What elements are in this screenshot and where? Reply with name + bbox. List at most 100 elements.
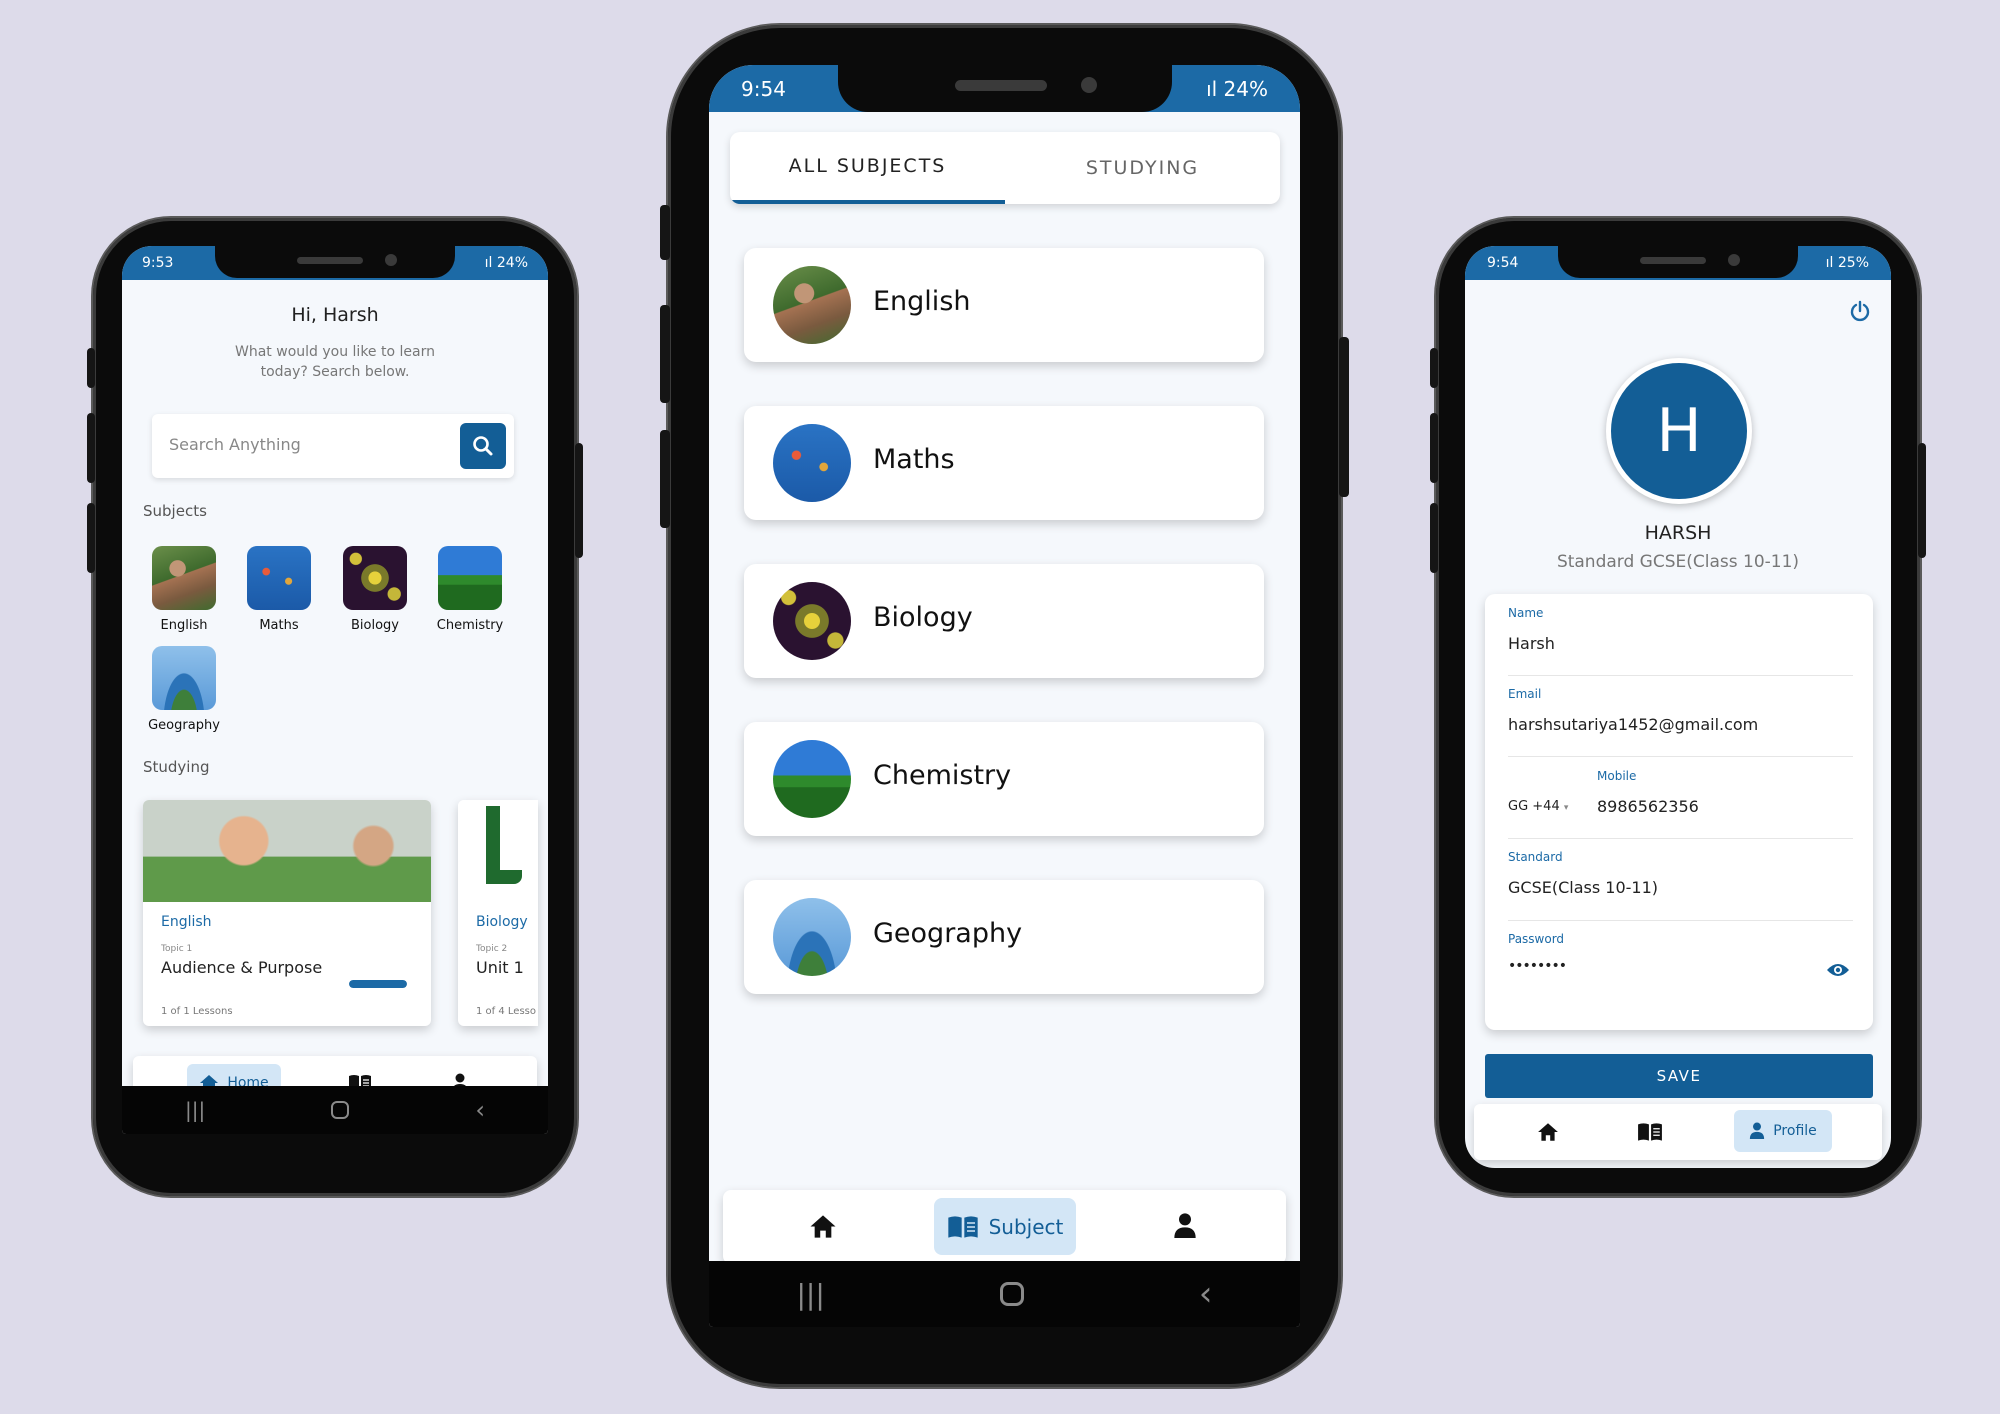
name-label: Name [1508, 606, 1544, 620]
subject-tile[interactable]: Chemistry [425, 546, 515, 633]
system-nav: ||| ‹ [709, 1261, 1300, 1327]
side-button [87, 503, 95, 573]
subject-tile[interactable]: Geography [139, 646, 229, 733]
recents-icon[interactable]: ||| [797, 1278, 825, 1311]
home-phone: 9:53 ıl 24% Hi, Harsh What would you lik… [87, 218, 583, 1196]
studying-image [143, 800, 431, 902]
side-button [1430, 503, 1438, 573]
notch [1558, 246, 1798, 278]
mobile-label: Mobile [1597, 769, 1637, 783]
email-field[interactable]: harshsutariya1452@gmail.com [1508, 715, 1758, 734]
password-field[interactable]: •••••••• [1508, 958, 1567, 974]
maths-thumbnail [773, 424, 851, 502]
home-icon[interactable] [1537, 1122, 1559, 1142]
power-off-icon[interactable] [1849, 300, 1871, 322]
subject-tile[interactable]: Biology [335, 546, 415, 633]
chemistry-thumbnail [438, 546, 502, 610]
divider [1508, 838, 1853, 839]
home-system-icon[interactable] [331, 1101, 350, 1119]
signal-icon: ıl [1206, 76, 1224, 101]
studying-topic: Topic 1 [161, 944, 193, 954]
studying-lessons: 1 of 1 Lessons [161, 1006, 233, 1017]
search-input[interactable]: Search Anything [169, 435, 301, 454]
subject-card[interactable]: Maths [744, 406, 1264, 520]
name-field[interactable]: Harsh [1508, 634, 1555, 653]
profile-standard: Standard GCSE(Class 10-11) [1556, 552, 1800, 572]
chevron-down-icon: ▾ [1563, 803, 1569, 813]
nav-profile[interactable]: Profile [1734, 1110, 1832, 1152]
subjects-screen: 9:54 ıl 24% ALL SUBJECTS STUDYING Englis… [709, 65, 1300, 1327]
studying-card[interactable]: Biology Topic 2 Unit 1 1 of 4 Lesso [458, 800, 538, 1026]
home-icon[interactable] [809, 1214, 837, 1239]
subjects-heading: Subjects [143, 502, 207, 520]
tab-studying-label: STUDYING [1085, 157, 1200, 179]
studying-card[interactable]: English Topic 1 Audience & Purpose 1 of … [143, 800, 431, 1026]
english-thumbnail [152, 546, 216, 610]
bottom-nav: Subject [723, 1190, 1286, 1264]
maths-thumbnail [247, 546, 311, 610]
profile-name: HARSH [1644, 522, 1712, 544]
profile-phone: 9:54 ıl 25% H HARSH Standard GCSE(Class … [1430, 218, 1926, 1196]
subject-name: Chemistry [873, 760, 1012, 791]
subject-label: Geography [148, 718, 220, 733]
standard-label: Standard [1508, 850, 1563, 864]
back-icon[interactable]: ‹ [475, 1096, 485, 1124]
tab-bar: ALL SUBJECTS STUDYING [730, 132, 1280, 204]
nav-subject[interactable]: Subject [934, 1198, 1076, 1255]
book-icon[interactable] [1637, 1122, 1663, 1142]
password-label: Password [1508, 932, 1565, 946]
nav-subject-label: Subject [988, 1214, 1064, 1239]
progress-bar [349, 980, 407, 988]
divider [1508, 675, 1853, 676]
signal-icon: ıl [1825, 255, 1838, 271]
mobile-field[interactable]: 8986562356 [1597, 797, 1699, 816]
subject-card[interactable]: English [744, 248, 1264, 362]
status-battery: ıl 24% [1206, 76, 1268, 101]
country-code-select[interactable]: GG +44 ▾ [1508, 799, 1568, 814]
side-button [660, 205, 670, 260]
subject-card[interactable]: Chemistry [744, 722, 1264, 836]
subject-label: Maths [259, 618, 299, 633]
side-button [1430, 413, 1438, 483]
progress-bar-fill [349, 980, 407, 988]
status-time: 9:54 [1487, 255, 1519, 271]
subject-label: English [160, 618, 208, 633]
profile-screen: 9:54 ıl 25% H HARSH Standard GCSE(Class … [1465, 246, 1891, 1168]
recents-icon[interactable]: ||| [185, 1098, 205, 1122]
subject-tile[interactable]: Maths [239, 546, 319, 633]
subject-tile[interactable]: English [144, 546, 224, 633]
save-button[interactable]: SAVE [1485, 1054, 1873, 1098]
power-button [1339, 337, 1349, 497]
save-button-label: SAVE [1656, 1067, 1702, 1085]
search-icon [473, 436, 493, 456]
subject-card[interactable]: Geography [744, 880, 1264, 994]
email-label: Email [1508, 687, 1542, 701]
subject-label: Biology [351, 618, 399, 633]
tab-all-subjects[interactable]: ALL SUBJECTS [730, 132, 1005, 204]
home-system-icon[interactable] [999, 1282, 1024, 1306]
studying-title: Unit 1 [476, 958, 524, 977]
subject-card[interactable]: Biology [744, 564, 1264, 678]
chemistry-thumbnail [773, 740, 851, 818]
biology-thumbnail [343, 546, 407, 610]
standard-field[interactable]: GCSE(Class 10-11) [1508, 878, 1658, 897]
bottom-nav: Profile [1474, 1104, 1882, 1160]
studying-heading: Studying [143, 758, 210, 776]
search-bar[interactable]: Search Anything [152, 414, 514, 478]
side-button [87, 348, 95, 388]
geography-thumbnail [152, 646, 216, 710]
signal-icon: ıl [484, 255, 497, 271]
studying-image [458, 800, 538, 902]
subject-name: Geography [873, 918, 1023, 949]
person-icon[interactable] [1173, 1212, 1197, 1240]
search-button[interactable] [460, 423, 506, 469]
biology-thumbnail [773, 582, 851, 660]
divider [1508, 920, 1853, 921]
back-icon[interactable]: ‹ [1199, 1274, 1213, 1314]
subject-name: Biology [873, 602, 973, 633]
tab-studying[interactable]: STUDYING [1005, 132, 1280, 204]
avatar: H [1606, 358, 1752, 504]
power-button [575, 443, 583, 558]
eye-icon[interactable] [1826, 962, 1850, 978]
studying-subject: Biology [476, 914, 528, 930]
